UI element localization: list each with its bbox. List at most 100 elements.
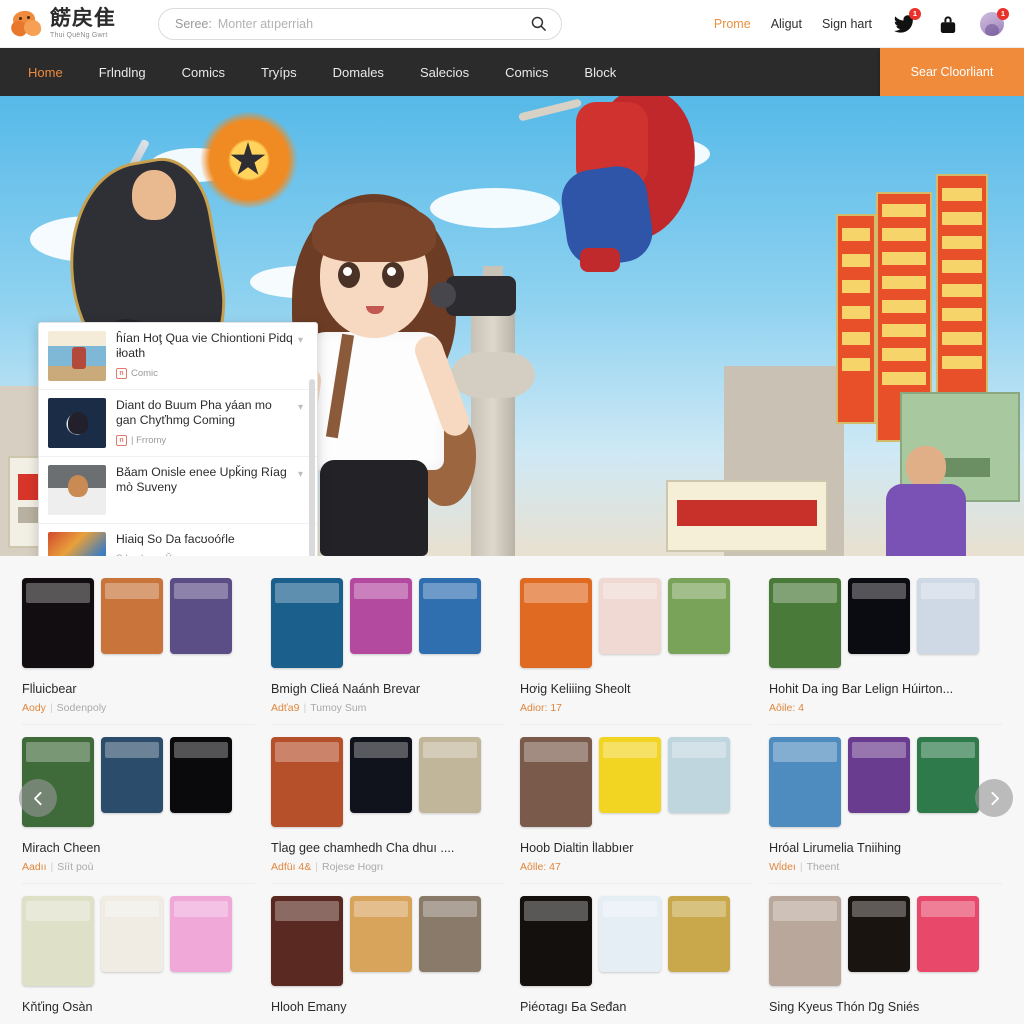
card-poster[interactable] (520, 578, 592, 668)
card-poster[interactable] (170, 578, 232, 654)
nav-item-tryips[interactable]: Tryíps (243, 65, 315, 80)
content-card[interactable]: Kňťing Osàn (22, 884, 255, 1024)
card-poster[interactable] (419, 578, 481, 654)
card-poster[interactable] (668, 578, 730, 654)
card-poster[interactable] (848, 578, 910, 654)
content-card[interactable]: Hróal Lirumelia Tniihing Wĺdeı | Theent (769, 725, 1002, 884)
card-poster[interactable] (848, 896, 910, 972)
suggestion-item[interactable]: Diant do Buum Pha yáan mo gan Chyťhmg Co… (39, 390, 317, 457)
card-poster[interactable] (101, 737, 163, 813)
nav-item-comics-1[interactable]: Comics (164, 65, 243, 80)
card-meta-primary: Adior: 17 (520, 702, 563, 714)
header-link-aligut[interactable]: Aligut (771, 17, 802, 31)
nav-item-comics-2[interactable]: Comics (487, 65, 566, 80)
chevron-down-icon[interactable]: ▾ (298, 402, 303, 413)
content-card[interactable]: Piéoτagı Ƃa Seđan (520, 884, 753, 1024)
card-thumbnail-stack (520, 896, 753, 988)
card-poster[interactable] (271, 896, 343, 986)
card-poster[interactable] (101, 578, 163, 654)
poster-title-band (104, 582, 160, 600)
card-title: Piéoτagı Ƃa Seđan (520, 1000, 627, 1014)
nav-item-block[interactable]: Block (566, 65, 634, 80)
card-poster[interactable] (917, 896, 979, 972)
card-grid: Flĺuicbear Aody | Sodenpoly Bmigh Clieá Naán… (22, 566, 1002, 1024)
card-poster[interactable] (170, 896, 232, 972)
card-meta-secondary: Theent (806, 861, 840, 873)
content-card[interactable]: Hơig Keliiing Sheolt Adior: 17 (520, 566, 753, 725)
search-suggestions-dropdown[interactable]: ĥían Hoţ Qua vie Chiontioni Pidq iłoath … (38, 322, 318, 556)
hero-banner[interactable]: ĥían Hoţ Qua vie Chiontioni Pidq iłoath … (0, 96, 1024, 556)
dropdown-scrollbar[interactable] (309, 379, 315, 556)
card-poster[interactable] (350, 578, 412, 654)
content-card[interactable]: Hohit Da ing Bar Lelign Húirton... Aôile:… (769, 566, 1002, 725)
search-input[interactable] (217, 16, 527, 31)
suggestion-item[interactable]: ĥían Hoţ Qua vie Chiontioni Pidq iłoath … (39, 323, 317, 390)
suggestion-meta: | Frromy (131, 434, 167, 446)
card-poster[interactable] (599, 578, 661, 654)
card-poster[interactable] (520, 896, 592, 986)
card-poster[interactable] (419, 896, 481, 972)
card-poster[interactable] (599, 896, 661, 972)
card-poster[interactable] (520, 737, 592, 827)
bird-icon[interactable]: 1 (892, 7, 921, 36)
chevron-down-icon[interactable]: ▾ (298, 469, 303, 480)
content-card[interactable]: Flĺuicbear Aody | Sodenpoly (22, 566, 255, 725)
card-meta-separator: | (303, 702, 307, 714)
card-poster[interactable] (668, 737, 730, 813)
carousel-prev-button[interactable] (19, 779, 57, 817)
card-meta-primary: Aody (22, 702, 46, 714)
poster-title-band (671, 582, 727, 600)
content-card[interactable]: Mirach Cheen Aadıı | Síít poù (22, 725, 255, 884)
card-thumbnail-stack (769, 896, 1002, 988)
card-poster[interactable] (769, 896, 841, 986)
card-poster[interactable] (419, 737, 481, 813)
nav-item-salecios[interactable]: Salecios (402, 65, 487, 80)
card-poster[interactable] (848, 737, 910, 813)
nav-item-home[interactable]: Home (10, 65, 81, 80)
card-meta-primary: Adfüı 4& (271, 861, 312, 873)
header-link-sign-hart[interactable]: Sign hart (822, 17, 872, 31)
search-bar[interactable]: Seree: (158, 7, 562, 40)
card-poster[interactable] (599, 737, 661, 813)
poster-title-band (422, 582, 478, 600)
content-card[interactable]: Bmigh Clieá Naánh Brevar Adťa9 | Tumoy Sum (271, 566, 504, 725)
cta-button[interactable]: Sear Cloorliant (880, 48, 1024, 96)
content-card[interactable]: Hoob Dialtin ĺlabbıer Aôlle: 47 (520, 725, 753, 884)
card-meta-separator: | (49, 702, 53, 714)
card-poster[interactable] (350, 896, 412, 972)
card-meta: Aadıı | Síít poù (22, 861, 255, 873)
card-poster[interactable] (769, 578, 841, 668)
header-link-prome[interactable]: Prome (714, 17, 751, 31)
card-title: Mirach Cheen (22, 841, 101, 855)
card-poster[interactable] (271, 578, 343, 668)
card-poster[interactable] (22, 896, 94, 986)
card-poster[interactable] (668, 896, 730, 972)
carousel-next-button[interactable] (975, 779, 1013, 817)
card-poster[interactable] (101, 896, 163, 972)
suggestion-thumbnail (48, 532, 106, 556)
card-poster[interactable] (170, 737, 232, 813)
card-poster[interactable] (350, 737, 412, 813)
content-card[interactable]: Tĺag gee chamhedh Cha dhuı .... Adfüı 4& |… (271, 725, 504, 884)
poster-title-band (920, 582, 976, 600)
chevron-right-icon (990, 791, 999, 805)
card-poster[interactable] (769, 737, 841, 827)
content-card[interactable]: Hlooh Emany (271, 884, 504, 1024)
card-thumbnail-stack (520, 737, 753, 829)
card-title: Hlooh Emany (271, 1000, 347, 1014)
brand-logo[interactable]: 餝戻隹 Thui QuёNg Gwrt (9, 8, 142, 40)
card-poster[interactable] (917, 737, 979, 813)
card-poster[interactable] (22, 578, 94, 668)
card-poster[interactable] (917, 578, 979, 654)
search-icon[interactable] (527, 13, 549, 35)
nav-item-domales[interactable]: Domales (315, 65, 402, 80)
content-card[interactable]: Sing Kyeus Thón Ŋg Sniés (769, 884, 1002, 1024)
lock-icon[interactable] (936, 12, 960, 36)
suggestion-item[interactable]: Bǎam Onisle enee Upǩing Ríag mò Suveny ▾ (39, 457, 317, 524)
suggestion-item[interactable]: Hiaiq So Da facʊoóŕle Sdae | ɪner Y̌ (39, 524, 317, 556)
chevron-down-icon[interactable]: ▾ (298, 335, 303, 346)
card-poster[interactable] (271, 737, 343, 827)
card-meta-primary: Aôile: 4 (769, 702, 805, 714)
avatar[interactable]: 1 (980, 7, 1009, 36)
nav-item-frlndlng[interactable]: Frlndlng (81, 65, 164, 80)
